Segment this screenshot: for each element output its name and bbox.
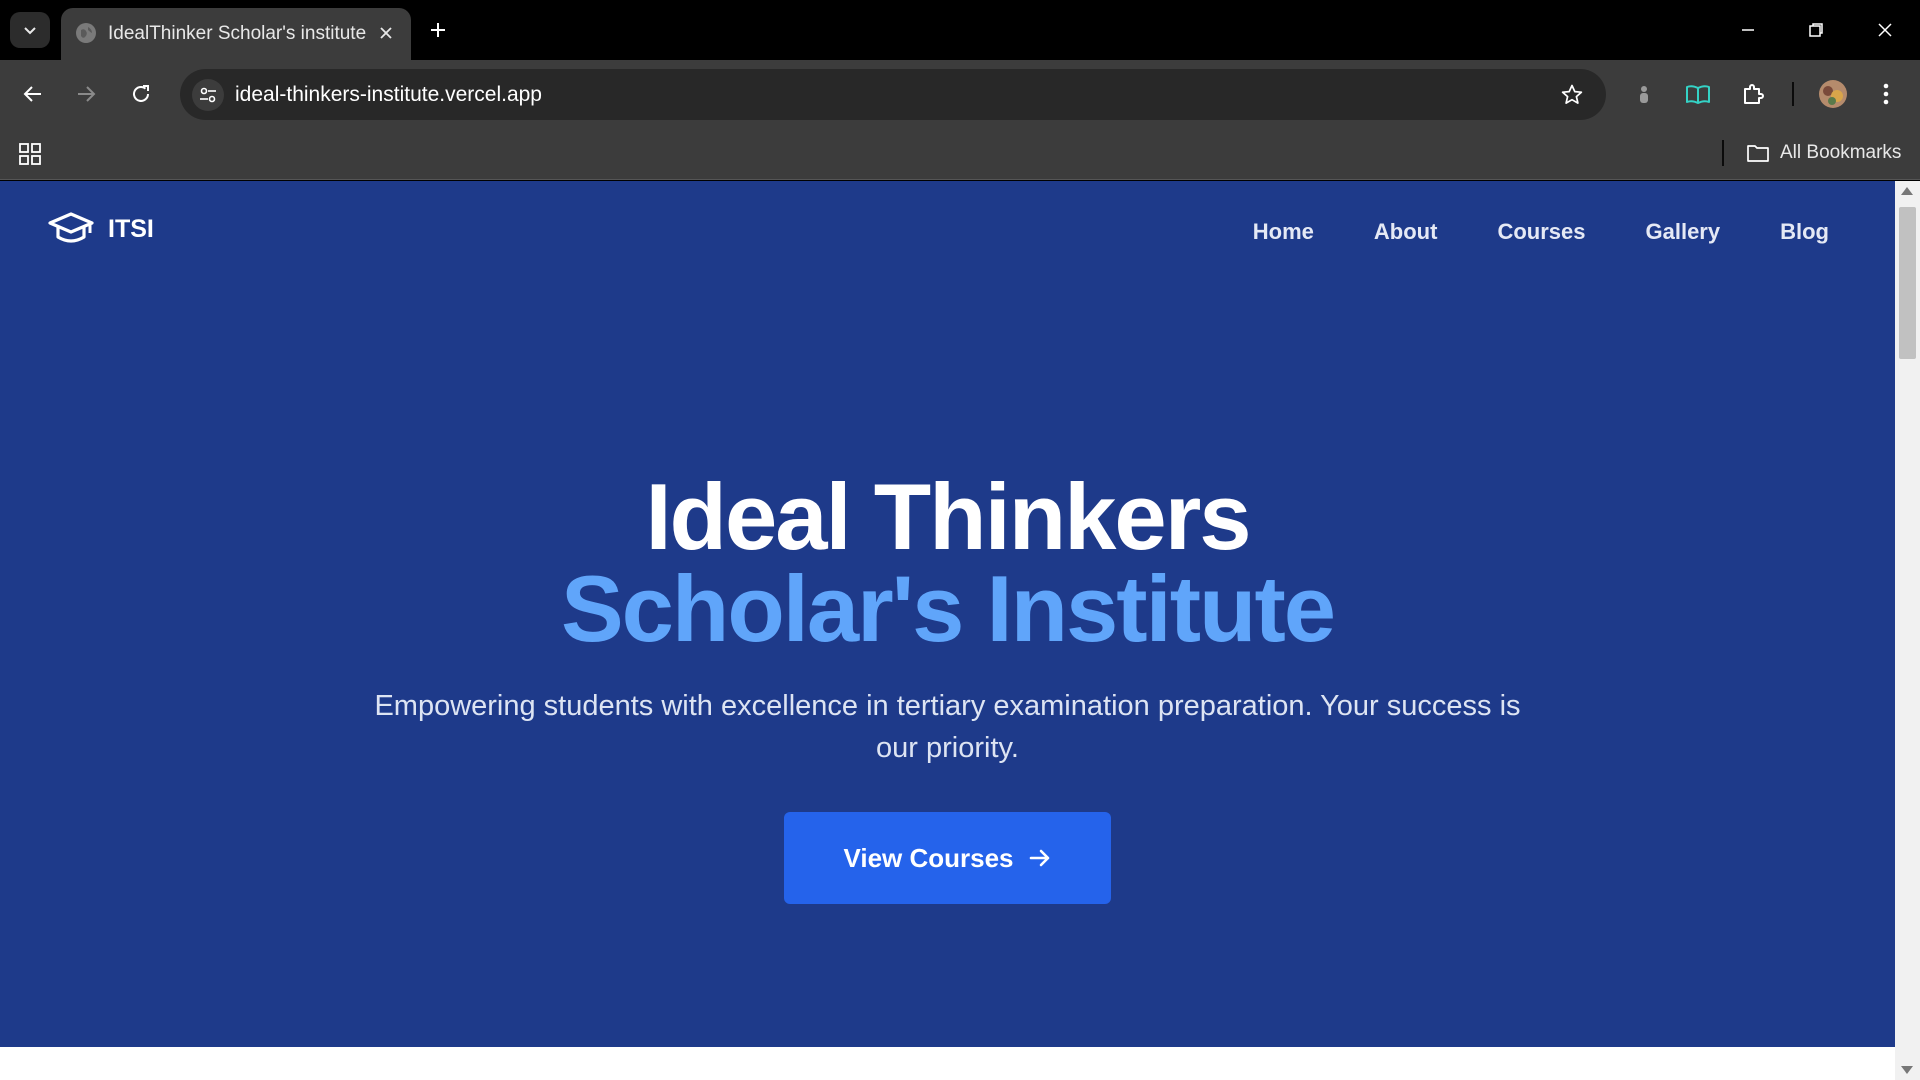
- nav-about[interactable]: About: [1374, 219, 1438, 245]
- new-tab-button[interactable]: [422, 14, 454, 46]
- star-icon: [1561, 84, 1583, 104]
- address-bar[interactable]: ideal-thinkers-institute.vercel.app: [180, 69, 1606, 120]
- all-bookmarks-button[interactable]: All Bookmarks: [1746, 138, 1901, 168]
- nav-links: Home About Courses Gallery Blog: [1253, 219, 1829, 245]
- arrow-left-icon: [23, 86, 41, 102]
- folder-icon: [1747, 145, 1769, 162]
- extension-person-icon: [1640, 86, 1648, 103]
- restore-button[interactable]: [1791, 10, 1841, 50]
- close-icon: [380, 27, 392, 39]
- bookmarks-bar: All Bookmarks: [0, 128, 1920, 180]
- site-info-button[interactable]: [192, 79, 224, 111]
- profile-avatar[interactable]: [1815, 76, 1851, 112]
- reload-icon: [133, 85, 149, 102]
- nav-gallery[interactable]: Gallery: [1646, 219, 1721, 245]
- back-button[interactable]: [15, 76, 51, 112]
- browser-toolbar: ideal-thinkers-institute.vercel.app: [0, 60, 1920, 128]
- view-courses-label: View Courses: [843, 842, 1014, 873]
- scroll-up-arrow[interactable]: [1901, 187, 1913, 195]
- book-icon: [1686, 85, 1710, 104]
- close-window-button[interactable]: [1860, 10, 1910, 50]
- reading-mode-button[interactable]: [1680, 76, 1716, 112]
- browser-tab-active[interactable]: IdealThinker Scholar's institute: [61, 8, 411, 60]
- site-navbar: ITSI Home About Courses Gallery Blog: [0, 181, 1895, 281]
- all-bookmarks-label: All Bookmarks: [1780, 142, 1902, 163]
- chevron-down-icon: [24, 27, 36, 35]
- next-section: [0, 1047, 1895, 1080]
- bookmarks-divider: [1722, 140, 1724, 166]
- restore-icon: [1809, 23, 1823, 37]
- tab-title: IdealThinker Scholar's institute: [108, 23, 367, 44]
- tab-search-button[interactable]: [10, 12, 50, 48]
- minimize-icon: [1742, 29, 1754, 31]
- globe-icon: [76, 23, 96, 43]
- extensions-button[interactable]: [1735, 76, 1771, 112]
- browser-titlebar: IdealThinker Scholar's institute: [0, 0, 1920, 60]
- scroll-thumb[interactable]: [1899, 207, 1916, 359]
- nav-home[interactable]: Home: [1253, 219, 1314, 245]
- tune-icon: [200, 87, 216, 103]
- brand-name: ITSI: [108, 214, 154, 243]
- graduation-cap-icon: [48, 212, 94, 243]
- kebab-icon: [1883, 83, 1889, 105]
- apps-button[interactable]: [16, 140, 44, 168]
- arrow-right-icon: [1029, 849, 1049, 867]
- hero-title-line1: Ideal Thinkers: [645, 464, 1251, 569]
- minimize-button[interactable]: [1723, 10, 1773, 50]
- hero-subtitle: Empowering students with excellence in t…: [374, 690, 1521, 764]
- toolbar-divider: [1792, 82, 1794, 106]
- reload-button[interactable]: [123, 76, 159, 112]
- page-viewport: ITSI Home About Courses Gallery Blog Ide…: [0, 181, 1895, 1080]
- hero-title-line2: Scholar's Institute: [560, 556, 1336, 661]
- plus-icon: [431, 23, 445, 37]
- tab-close-button[interactable]: [375, 22, 397, 44]
- url-text[interactable]: ideal-thinkers-institute.vercel.app: [235, 82, 542, 108]
- nav-courses[interactable]: Courses: [1497, 219, 1585, 245]
- hero-section: Ideal Thinkers Scholar's Institute Empow…: [0, 464, 1895, 769]
- nav-blog[interactable]: Blog: [1780, 219, 1829, 245]
- page-scrollbar[interactable]: [1895, 181, 1920, 1080]
- bookmark-star-button[interactable]: [1558, 81, 1586, 109]
- close-icon: [1878, 23, 1892, 37]
- puzzle-icon: [1744, 84, 1764, 104]
- forward-button[interactable]: [68, 76, 104, 112]
- browser-menu-button[interactable]: [1868, 76, 1904, 112]
- arrow-right-icon: [78, 86, 96, 102]
- scroll-down-arrow[interactable]: [1901, 1066, 1913, 1074]
- site-logo[interactable]: ITSI: [48, 211, 154, 247]
- extension-button[interactable]: [1626, 76, 1662, 112]
- view-courses-button[interactable]: View Courses: [784, 812, 1111, 904]
- grid-icon: [19, 143, 41, 165]
- avatar-icon: [1819, 80, 1847, 108]
